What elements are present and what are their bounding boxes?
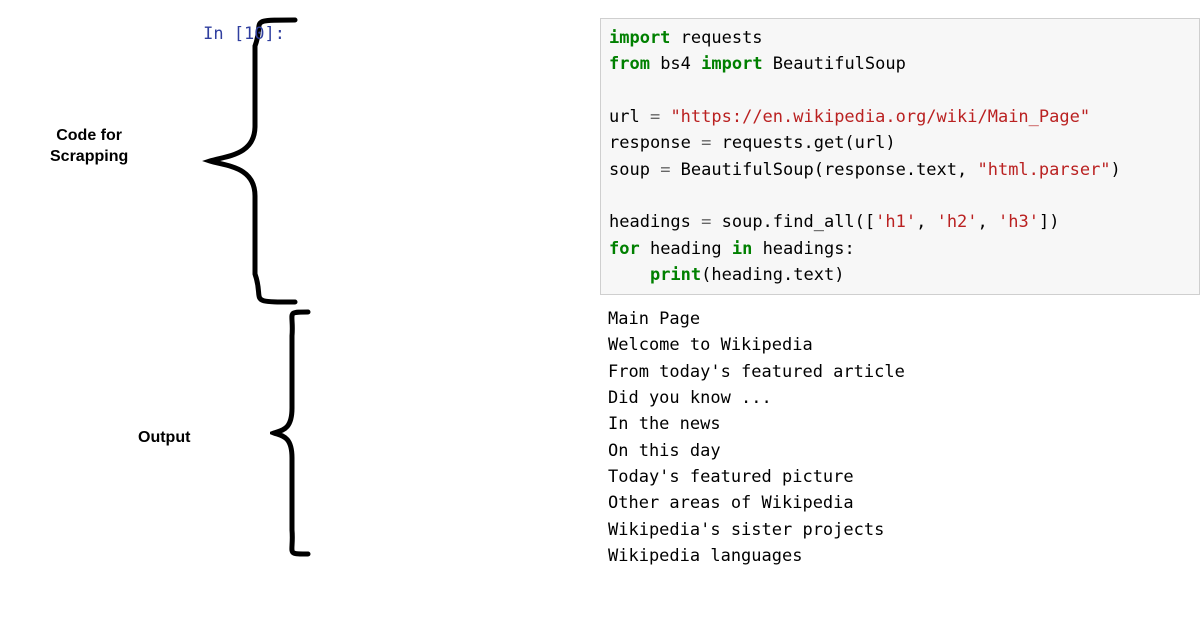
code-token: ])	[1039, 212, 1059, 232]
string-literal: 'h1'	[875, 212, 916, 232]
brace-icon	[185, 16, 305, 306]
output-section-label: Output	[138, 428, 190, 449]
code-token: BeautifulSoup(response.text,	[670, 160, 977, 180]
code-token: ,	[978, 212, 998, 232]
code-token: soup.find_all([	[711, 212, 875, 232]
keyword-import: import	[701, 54, 762, 74]
keyword-import: import	[609, 28, 670, 48]
string-literal: "https://en.wikipedia.org/wiki/Main_Page…	[660, 107, 1090, 127]
operator: =	[701, 212, 711, 232]
builtin-print: print	[650, 265, 701, 285]
code-token: headings	[609, 212, 701, 232]
operator: =	[660, 160, 670, 180]
code-section-label: Code for Scrapping	[50, 126, 128, 168]
code-token: bs4	[650, 54, 701, 74]
operator: =	[650, 107, 660, 127]
indent	[609, 265, 650, 285]
input-prompt-label: In [10]:	[185, 18, 295, 44]
code-cell[interactable]: import requests from bs4 import Beautifu…	[600, 18, 1200, 295]
code-token: ,	[916, 212, 936, 232]
code-token: )	[1111, 160, 1121, 180]
string-literal: 'h3'	[998, 212, 1039, 232]
keyword-from: from	[609, 54, 650, 74]
code-token: response	[609, 133, 701, 153]
code-token: soup	[609, 160, 660, 180]
code-token: url	[609, 107, 650, 127]
output-area: Main Page Welcome to Wikipedia From toda…	[600, 298, 913, 577]
keyword-in: in	[732, 239, 752, 259]
code-token: requests.get(url)	[711, 133, 895, 153]
code-token: (heading.text)	[701, 265, 844, 285]
string-literal: "html.parser"	[977, 160, 1110, 180]
brace-icon	[270, 308, 320, 558]
code-token: requests	[670, 28, 762, 48]
operator: =	[701, 133, 711, 153]
string-literal: 'h2'	[937, 212, 978, 232]
keyword-for: for	[609, 239, 640, 259]
code-token: heading	[640, 239, 732, 259]
code-token: BeautifulSoup	[763, 54, 906, 74]
code-token: headings:	[752, 239, 854, 259]
